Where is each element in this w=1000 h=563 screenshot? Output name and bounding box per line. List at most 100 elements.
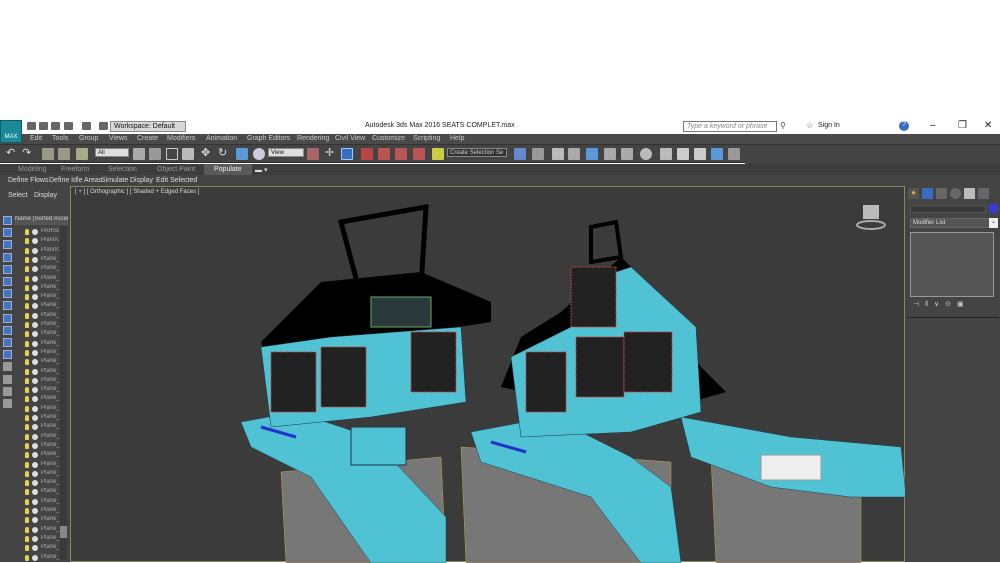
visibility-icon[interactable] <box>32 312 38 319</box>
visibility-icon[interactable] <box>32 545 38 552</box>
a360-render-icon[interactable] <box>728 148 740 160</box>
list-item[interactable]: Plan00 <box>25 237 59 246</box>
undo-icon[interactable]: ↶ <box>6 146 18 159</box>
light-bulb-icon[interactable] <box>25 368 29 375</box>
list-item[interactable]: Plane_ <box>25 470 59 479</box>
explorer-filter-icon[interactable] <box>3 338 12 347</box>
visibility-icon[interactable] <box>32 517 38 524</box>
visibility-icon[interactable] <box>32 349 38 356</box>
save-icon[interactable] <box>51 122 60 130</box>
light-bulb-icon[interactable] <box>25 498 29 505</box>
select-by-name-icon[interactable] <box>149 148 161 160</box>
simulate-button[interactable]: Simulate <box>101 177 128 184</box>
list-item[interactable]: Plane_ <box>25 526 59 535</box>
scale-icon[interactable] <box>236 148 248 160</box>
visibility-icon[interactable] <box>32 294 38 301</box>
snap-toggle-icon[interactable] <box>361 148 373 160</box>
rotate-icon[interactable]: ↻ <box>218 146 230 159</box>
light-bulb-icon[interactable] <box>25 275 29 282</box>
menu-rendering[interactable]: Rendering <box>297 135 329 142</box>
light-bulb-icon[interactable] <box>25 340 29 347</box>
menu-group[interactable]: Group <box>79 135 98 142</box>
tab-display[interactable]: Display <box>34 192 57 199</box>
list-item[interactable]: Plane_ <box>25 321 59 330</box>
menu-modifiers[interactable]: Modifiers <box>167 135 195 142</box>
menu-help[interactable]: Help <box>450 135 464 142</box>
list-item[interactable]: Plane_ <box>25 451 59 460</box>
list-item[interactable]: Plane_ <box>25 479 59 488</box>
explorer-filter-icon[interactable] <box>3 350 12 360</box>
schematic-view-icon[interactable] <box>621 148 633 160</box>
light-bulb-icon[interactable] <box>25 266 29 273</box>
list-item[interactable]: Plane_ <box>25 433 59 442</box>
visibility-icon[interactable] <box>32 284 38 291</box>
list-item[interactable]: Plane_ <box>25 368 59 377</box>
restore-button[interactable]: ❐ <box>958 120 967 131</box>
list-item[interactable]: Plane_ <box>25 293 59 302</box>
list-item[interactable]: Plane_ <box>25 377 59 386</box>
explorer-filter-icon[interactable] <box>3 362 12 372</box>
menu-views[interactable]: Views <box>109 135 128 142</box>
scene-explorer-icon[interactable] <box>568 148 580 160</box>
light-bulb-icon[interactable] <box>25 256 29 263</box>
list-item[interactable]: Plane_ <box>25 386 59 395</box>
window-crossing-icon[interactable] <box>182 148 194 160</box>
menu-customize[interactable]: Customize <box>372 135 405 142</box>
light-bulb-icon[interactable] <box>25 229 29 235</box>
light-bulb-icon[interactable] <box>25 359 29 366</box>
sign-in-button[interactable]: Sign In <box>818 122 840 129</box>
list-item[interactable]: Plane_ <box>25 498 59 507</box>
light-bulb-icon[interactable] <box>25 461 29 468</box>
list-item[interactable]: Plane_ <box>25 516 59 525</box>
list-item[interactable]: Plane_ <box>25 395 59 404</box>
explorer-filter-icon[interactable] <box>3 374 12 384</box>
tab-populate[interactable]: Populate <box>204 164 252 175</box>
display-tab-icon[interactable] <box>964 188 975 199</box>
place-icon[interactable] <box>253 148 265 160</box>
list-item[interactable]: PARSO <box>25 228 59 237</box>
visibility-icon[interactable] <box>32 256 38 263</box>
edit-selected-button[interactable]: Edit Selected <box>156 177 197 184</box>
visibility-icon[interactable] <box>32 368 38 375</box>
visibility-icon[interactable] <box>32 340 38 347</box>
visibility-icon[interactable] <box>32 322 38 328</box>
define-flows-button[interactable]: Define Flows <box>8 177 48 184</box>
list-item[interactable]: Plane_ <box>25 302 59 311</box>
list-item[interactable]: Plane_ <box>25 442 59 451</box>
menu-civil-view[interactable]: Civil View <box>335 135 365 142</box>
redo-icon[interactable] <box>82 122 91 130</box>
light-bulb-icon[interactable] <box>25 526 29 533</box>
light-bulb-icon[interactable] <box>25 554 29 561</box>
visibility-icon[interactable] <box>32 303 38 310</box>
tab-selection[interactable]: Selection <box>108 166 137 173</box>
minimize-button[interactable]: – <box>930 120 936 131</box>
tab-select[interactable]: Select <box>8 192 27 199</box>
explorer-filter-icon[interactable] <box>3 240 12 250</box>
light-bulb-icon[interactable] <box>25 322 29 328</box>
list-item[interactable]: Plane_ <box>25 256 59 265</box>
app-menu-button[interactable]: MAX <box>0 120 22 143</box>
visibility-icon[interactable] <box>32 433 38 440</box>
tab-object-paint[interactable]: Object Paint <box>157 166 195 173</box>
visibility-icon[interactable] <box>32 247 38 254</box>
list-item[interactable]: Plane_ <box>25 312 59 321</box>
list-item[interactable]: Plane_ <box>25 349 59 358</box>
light-bulb-icon[interactable] <box>25 247 29 254</box>
visibility-icon[interactable] <box>32 229 38 235</box>
mirror-icon[interactable] <box>514 148 526 160</box>
visibility-icon[interactable] <box>32 377 38 384</box>
rendered-frame-icon[interactable] <box>677 148 689 160</box>
list-item[interactable]: Plane_ <box>25 461 59 470</box>
stack-controls[interactable]: ⊣‖∨⊙▣ <box>913 300 970 308</box>
list-item[interactable]: Plane_ <box>25 275 59 284</box>
bind-spacewarp-icon[interactable] <box>76 148 88 160</box>
visibility-icon[interactable] <box>32 266 38 273</box>
project-icon[interactable] <box>99 122 108 130</box>
list-item[interactable]: Plane_ <box>25 535 59 544</box>
visibility-icon[interactable] <box>32 415 38 421</box>
named-selection-dropdown[interactable]: Create Selection Se <box>447 148 507 157</box>
visibility-icon[interactable] <box>32 535 38 542</box>
explorer-filter-icon[interactable] <box>3 399 12 408</box>
explorer-filter-icon[interactable] <box>3 386 12 396</box>
undo-icon[interactable] <box>64 122 73 130</box>
